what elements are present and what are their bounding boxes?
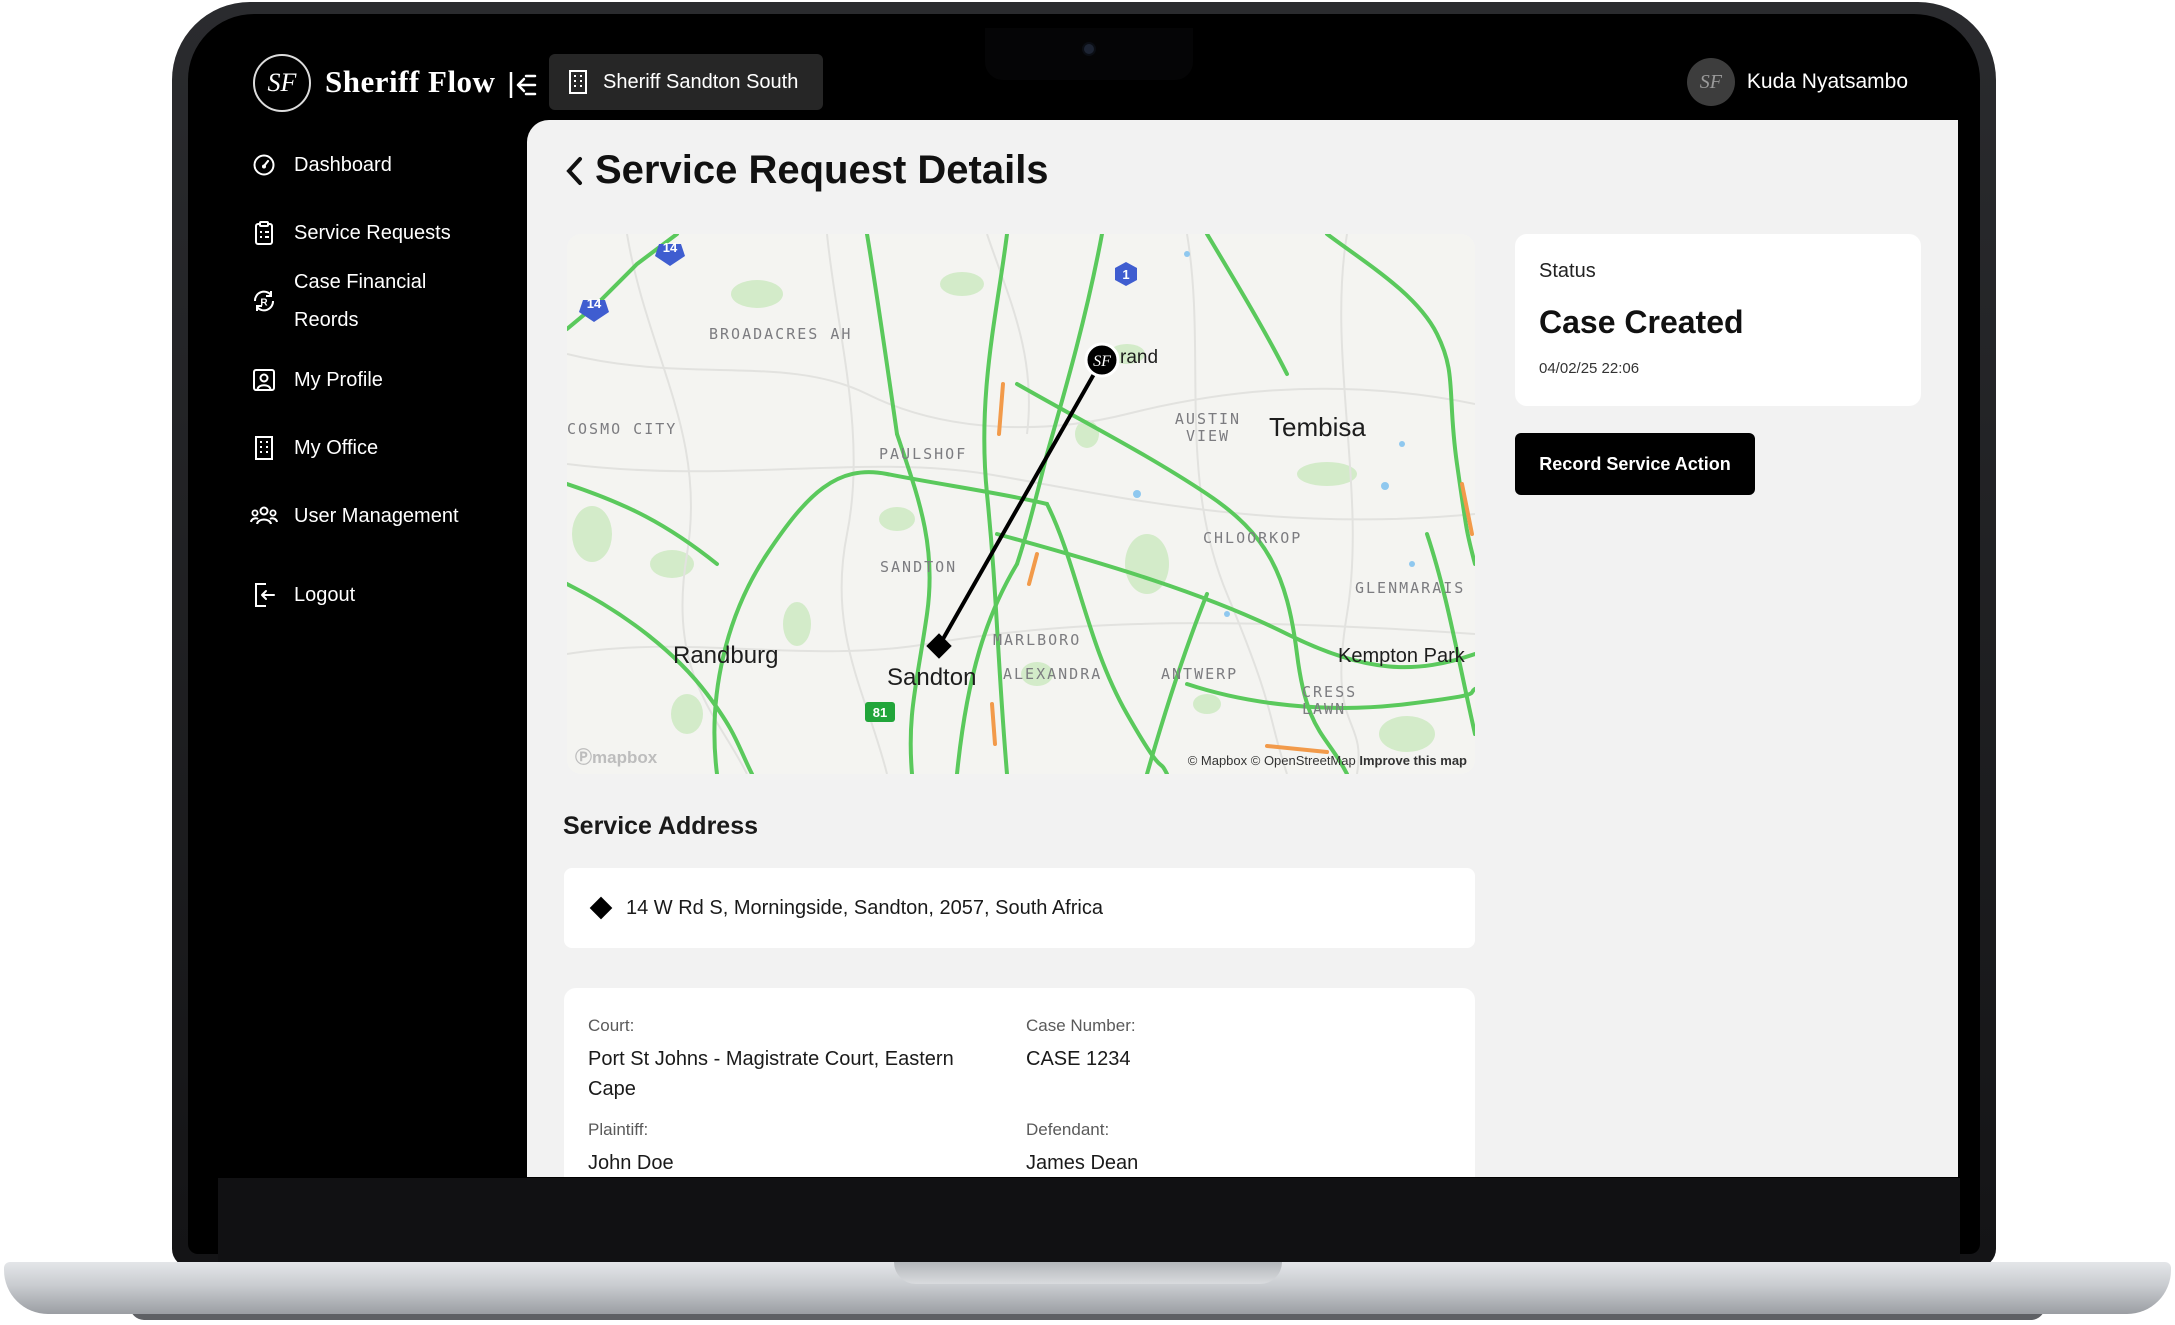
plaintiff-value: John Doe: [588, 1152, 674, 1174]
map-city: Sandton: [887, 664, 977, 691]
sidebar-item-dashboard[interactable]: Dashboard: [250, 146, 392, 184]
service-address-text: 14 W Rd S, Morningside, Sandton, 2057, S…: [626, 896, 1103, 919]
currency-cycle-icon: R: [250, 263, 278, 339]
defendant-value: James Dean: [1026, 1152, 1139, 1174]
svg-text:SF: SF: [1093, 353, 1111, 370]
court-label: Court:: [588, 1016, 635, 1035]
status-label: Status: [1539, 260, 1596, 282]
camera-icon: [1084, 44, 1094, 54]
page-header: Service Request Details: [563, 148, 1049, 193]
logout-icon: [250, 576, 278, 614]
sidebar-item-label: My Office: [294, 437, 379, 459]
map-label: COSMO CITY: [567, 420, 678, 438]
map-label: MARLBORO: [993, 631, 1082, 649]
sidebar-item-label: Logout: [294, 584, 356, 606]
mapbox-logo[interactable]: Ⓟmapbox: [575, 743, 657, 768]
sidebar-item-label: Service Requests: [294, 222, 451, 244]
service-address-card: 14 W Rd S, Morningside, Sandton, 2057, S…: [564, 868, 1475, 948]
sidebar-item-label: Case Financial Reords: [294, 271, 427, 331]
office-selector[interactable]: Sheriff Sandton South: [549, 54, 823, 110]
map-label: GLENMARAIS: [1355, 579, 1466, 597]
sidebar-item-logout[interactable]: Logout: [250, 576, 355, 614]
improve-map-link[interactable]: Improve this map: [1359, 753, 1467, 768]
building-icon: [569, 70, 587, 94]
sidebar-item-label: My Profile: [294, 369, 383, 391]
sidebar-item-case-financial-records[interactable]: R Case Financial Reords: [250, 263, 484, 339]
svg-text:R: R: [260, 298, 268, 309]
status-value: Case Created: [1539, 304, 1744, 340]
status-date: 04/02/25 22:06: [1539, 360, 1640, 377]
defendant-field: Defendant: James Dean: [1026, 1120, 1436, 1177]
defendant-label: Defendant:: [1026, 1120, 1110, 1139]
sidebar-item-my-profile[interactable]: My Profile: [250, 361, 383, 399]
map-attribution: © Mapbox © OpenStreetMap Improve this ma…: [1188, 753, 1467, 768]
laptop-thumb-notch: [894, 1262, 1282, 1284]
record-service-action-button[interactable]: Record Service Action: [1515, 433, 1755, 495]
page-title: Service Request Details: [595, 148, 1049, 192]
map-city: Randburg: [673, 642, 779, 669]
route-shield-label: 81: [873, 705, 887, 720]
sidebar-item-my-office[interactable]: My Office: [250, 429, 378, 467]
brand-name: Sheriff Flow: [325, 64, 496, 99]
map-city: rand: [1120, 347, 1159, 368]
profile-icon: [250, 361, 278, 399]
map-label: CHLOORKOP: [1203, 529, 1303, 547]
user-menu[interactable]: SF Kuda Nyatsambo: [1686, 58, 1908, 106]
map-city: Kempton Park: [1338, 645, 1465, 667]
route-shield-label: 14: [587, 296, 602, 311]
route-shield-label: 14: [663, 240, 678, 255]
court-value: Port St Johns - Magistrate Court, Easter…: [588, 1048, 954, 1100]
sidebar-item-user-management[interactable]: User Management: [250, 497, 459, 535]
office-name: Sheriff Sandton South: [603, 70, 799, 93]
route-shield-label: 1: [1122, 267, 1129, 282]
map-attribution-text[interactable]: © Mapbox © OpenStreetMap: [1188, 753, 1356, 768]
case-details-card: Court: Port St Johns - Magistrate Court,…: [564, 988, 1475, 1177]
sidebar-item-label: Dashboard: [294, 154, 392, 176]
sidebar-item-service-requests[interactable]: Service Requests: [250, 214, 451, 252]
camera-notch: [985, 28, 1193, 80]
brand-logo[interactable]: SF: [253, 54, 311, 112]
map-label: ANTWERP: [1161, 665, 1239, 683]
case-number-value: CASE 1234: [1026, 1048, 1131, 1070]
collapse-sidebar-icon[interactable]: [506, 68, 540, 102]
building-icon: [250, 429, 278, 467]
back-arrow-icon[interactable]: [563, 151, 587, 191]
sidebar-item-label: User Management: [294, 505, 459, 527]
map-city: Tembisa: [1269, 412, 1366, 442]
laptop-chin: [218, 1178, 1960, 1264]
court-field: Court: Port St Johns - Magistrate Court,…: [588, 1016, 998, 1104]
map-label: SANDTON: [880, 558, 958, 576]
avatar: SF: [1686, 58, 1735, 106]
case-number-label: Case Number:: [1026, 1016, 1136, 1035]
app-screen: SF Sheriff Flow Sheriff Sandton South SF…: [215, 40, 1958, 1177]
status-card: Status Case Created 04/02/25 22:06: [1515, 234, 1921, 406]
diamond-marker-icon: [589, 896, 613, 920]
main-content: Service Request Details 14 14 1 81 SF BR…: [527, 120, 1958, 1177]
plaintiff-field: Plaintiff: John Doe: [588, 1120, 998, 1177]
service-map[interactable]: 14 14 1 81 SF BROADACRES AH COSMO CITY P: [567, 234, 1475, 774]
users-icon: [250, 497, 278, 535]
map-label: PAULSHOF: [879, 445, 968, 463]
clipboard-icon: [250, 214, 278, 252]
service-address-title: Service Address: [563, 812, 759, 840]
user-name: Kuda Nyatsambo: [1746, 70, 1908, 93]
dashboard-icon: [250, 146, 278, 184]
plaintiff-label: Plaintiff:: [588, 1120, 649, 1139]
map-label: AUSTIN VIEW: [1174, 410, 1242, 445]
map-label: ALEXANDRA: [1003, 665, 1103, 683]
map-label: CRESS LAWN: [1302, 683, 1358, 718]
map-label: BROADACRES AH: [709, 325, 853, 343]
case-number-field: Case Number: CASE 1234: [1026, 1016, 1436, 1074]
